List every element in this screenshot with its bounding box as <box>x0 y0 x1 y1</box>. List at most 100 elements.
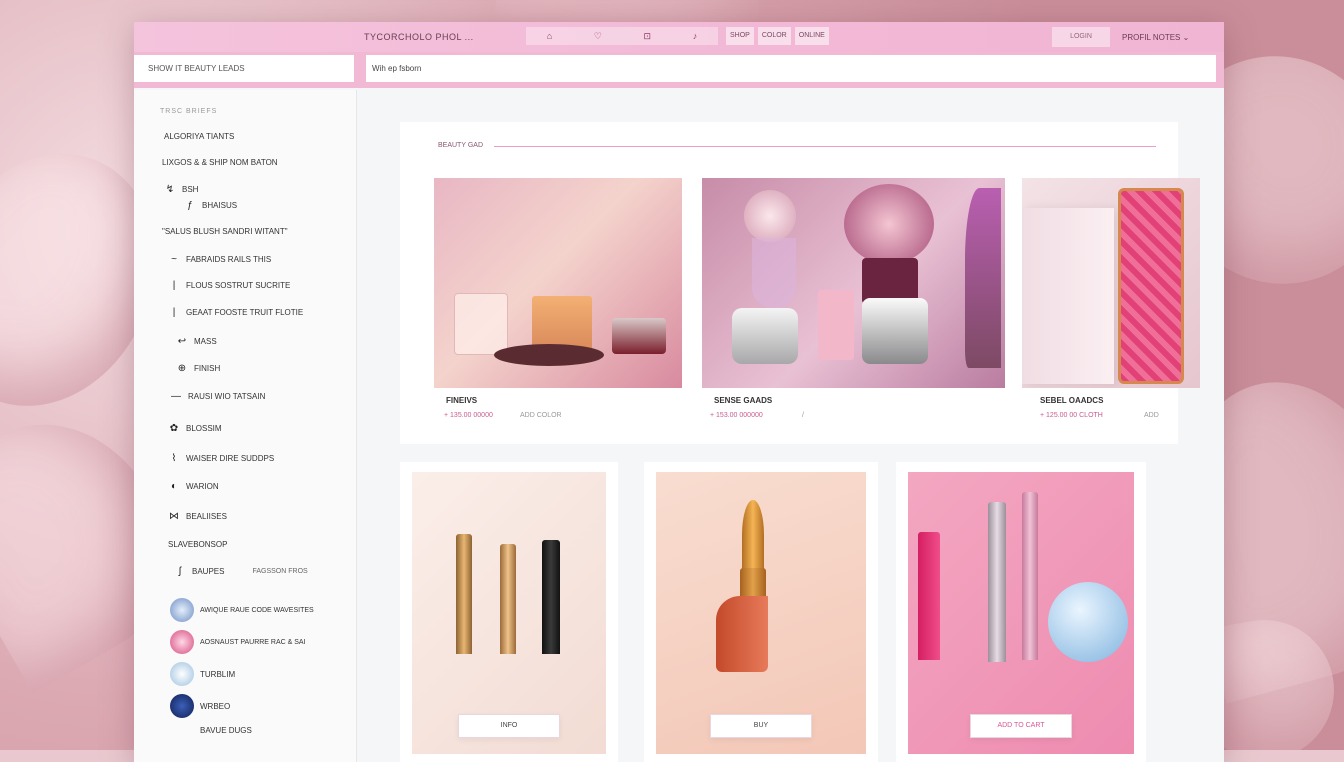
toolbar-icons: ⌂ ♡ ⊡ ♪ <box>526 27 718 45</box>
sidebar-item[interactable]: | GEAAT FOOSTE TRUIT FLOTIE <box>168 307 304 318</box>
tab-online[interactable]: ONLINE <box>794 27 829 45</box>
account-label: PROFIL NOTES <box>1122 33 1181 42</box>
sponge-ball <box>1048 582 1128 662</box>
return-icon: ↩ <box>177 336 187 347</box>
search-row: SHOW IT BEAUTY LEADS Wih ep fsborn <box>134 52 1224 88</box>
bar-icon: | <box>172 307 176 318</box>
info-button[interactable]: INFO <box>458 714 560 738</box>
account-menu[interactable]: PROFIL NOTES ⌄ <box>1122 33 1189 42</box>
perfume-bottle <box>732 308 798 364</box>
avatar <box>170 630 194 654</box>
sidebar-heading: TRSC BRIEFS <box>160 108 218 115</box>
bell-icon[interactable]: ♪ <box>693 31 698 41</box>
lipstick-collar <box>740 568 766 598</box>
add-to-cart-button[interactable]: ADD TO CART <box>970 714 1072 738</box>
product-meta: / <box>802 412 804 419</box>
app-title: TYCORCHOLO PHOL ... <box>364 32 474 42</box>
lipstick <box>542 540 560 654</box>
heart-icon[interactable]: ♡ <box>594 31 602 42</box>
plate <box>494 344 604 366</box>
sidebar-item[interactable]: ⊕ FINISH <box>176 363 220 374</box>
sidebar-search-input[interactable]: SHOW IT BEAUTY LEADS <box>134 55 354 82</box>
bag-icon[interactable]: ⊡ <box>644 31 652 42</box>
sidebar-item[interactable]: ↩ MASS <box>176 336 217 347</box>
sidebar-item[interactable]: ʃ BAUPES FAGSSON FROS <box>174 566 308 577</box>
profile-item[interactable]: BAVUE DUGS <box>200 726 252 735</box>
sidebar-item[interactable]: ⌇ WAISER DIRE SUDDPS <box>168 453 275 464</box>
product-image[interactable] <box>702 178 1005 388</box>
silk-drape <box>965 188 1001 368</box>
bar-icon: | <box>172 280 176 291</box>
sidebar-item[interactable]: ◐ WARION <box>168 481 219 492</box>
squiggle-icon: ⌇ <box>171 453 177 464</box>
home-icon[interactable]: ⌂ <box>547 31 552 41</box>
featured-products-panel: BEAUTY GAD FINEIVS + 135.00 00000 ADD CO… <box>400 122 1200 444</box>
sidebar-item[interactable]: LIXGOS & & SHIP NOM BATON <box>162 158 278 167</box>
tab-color[interactable]: COLOR <box>757 27 791 45</box>
sidebar-item[interactable]: ƒ BHAISUS <box>184 200 237 211</box>
flower-bouquet <box>844 184 934 264</box>
sidebar-item[interactable]: "SALUS BLUSH SANDRI WITANT" <box>162 227 288 236</box>
glass-vase <box>752 238 796 308</box>
sidebar-item[interactable]: — RAUSI WIO TATSAIN <box>170 391 265 402</box>
product-card[interactable]: INFO <box>400 462 618 762</box>
bolt-icon: ↯ <box>165 184 175 195</box>
perfume-bottle <box>818 290 854 360</box>
buy-button[interactable]: BUY <box>710 714 812 738</box>
tab-shop[interactable]: SHOP <box>726 27 754 45</box>
lipstick-bullet <box>742 500 764 570</box>
sidebar-item[interactable]: ↯ BSH <box>164 184 199 195</box>
chevron-down-icon: ⌄ <box>1182 33 1190 42</box>
sidebar-item[interactable]: | FLOUS SOSTRUT SUCRITE <box>168 280 291 291</box>
sidebar-item[interactable]: ⋈ BEALIISES <box>168 511 227 522</box>
main-search-input[interactable]: Wih ep fsborn <box>366 55 1216 82</box>
product-price: + 153.00 000000 <box>710 412 763 419</box>
sidebar-item[interactable]: SLAVEBONSOP <box>168 540 227 549</box>
pink-case <box>1118 188 1184 384</box>
title-bar: TYCORCHOLO PHOL ... ⌂ ♡ ⊡ ♪ SHOP COLOR O… <box>134 22 1224 52</box>
perfume-bottle <box>862 298 928 364</box>
section-divider <box>494 146 1156 147</box>
profile-item[interactable]: TURBLIM <box>170 662 235 686</box>
profile-item[interactable]: AOSNAUST PAURRE RAC & SAI <box>170 630 306 654</box>
product-name[interactable]: FINEIVS <box>446 396 477 405</box>
product-name[interactable]: SENSE GAADS <box>714 396 772 405</box>
product-card[interactable]: BUY <box>644 462 878 762</box>
lipstick <box>500 544 516 654</box>
dash-icon: — <box>171 391 181 402</box>
product-meta: ADD COLOR <box>520 412 562 419</box>
gift-box <box>532 296 592 351</box>
avatar <box>170 662 194 686</box>
product-image <box>656 472 866 754</box>
sidebar-item[interactable]: ✿ BLOSSIM <box>168 423 222 434</box>
product-price: + 135.00 00000 <box>444 412 493 419</box>
lipstick <box>456 534 472 654</box>
hook-icon: ʃ <box>178 566 182 577</box>
lipstick-case <box>716 596 768 672</box>
bowtie-icon: ⋈ <box>169 511 179 522</box>
avatar <box>170 598 194 622</box>
profile-item[interactable]: WRBEO <box>170 694 230 718</box>
product-price: + 125.00 00 CLOTH <box>1040 412 1103 419</box>
lipstick <box>918 532 940 660</box>
profile-item[interactable]: AWIQUE RAUE CODE WAVESITES <box>170 598 314 622</box>
login-button[interactable]: LOGIN <box>1052 27 1110 47</box>
wave-icon: ~ <box>171 254 177 265</box>
candle-jar <box>454 293 508 355</box>
white-box <box>1022 208 1114 384</box>
product-card[interactable]: ADD TO CART <box>896 462 1146 762</box>
product-image <box>412 472 606 754</box>
sidebar-item[interactable]: ~ FABRAIDS RAILS THIS <box>168 254 271 265</box>
section-title: BEAUTY GAD <box>438 142 483 149</box>
lip-gloss <box>1022 492 1038 660</box>
product-image[interactable] <box>1022 178 1200 388</box>
script-f-icon: ƒ <box>187 200 193 211</box>
sidebar-item[interactable]: ALGORIYA TIANTS <box>164 132 234 141</box>
app-window: TYCORCHOLO PHOL ... ⌂ ♡ ⊡ ♪ SHOP COLOR O… <box>134 22 1224 762</box>
sidebar: TRSC BRIEFS ALGORIYA TIANTS LIXGOS & & S… <box>134 90 357 762</box>
flower-icon: ✿ <box>169 423 179 434</box>
product-image[interactable] <box>434 178 682 388</box>
product-name[interactable]: SEBEL OAADCS <box>1040 396 1103 405</box>
product-image <box>908 472 1134 754</box>
half-circle-icon: ◐ <box>170 481 178 492</box>
